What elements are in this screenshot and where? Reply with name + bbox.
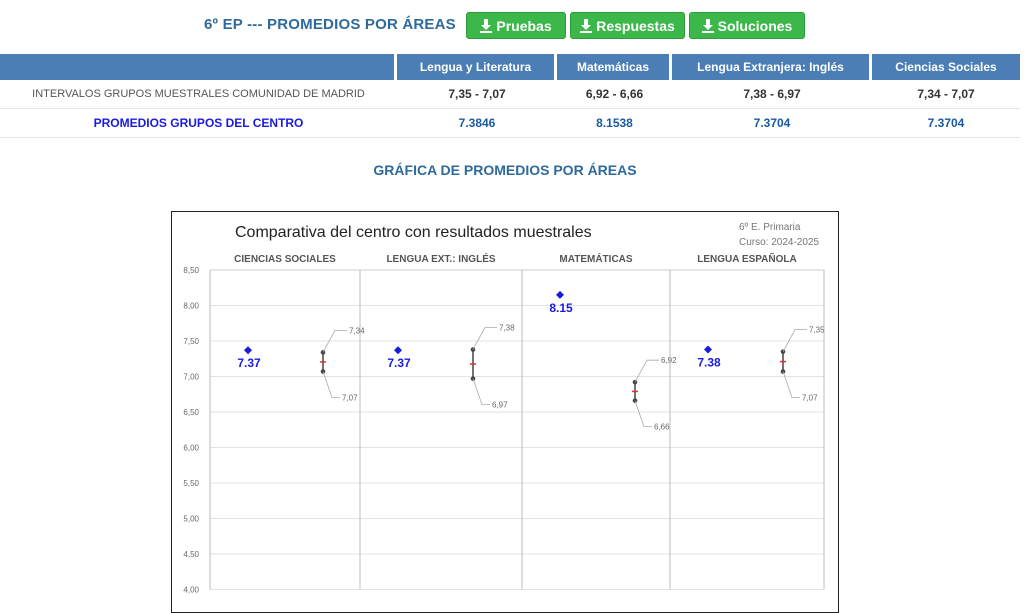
download-icon: [480, 18, 493, 33]
center-point-label: 7.37: [237, 356, 261, 370]
lower-leader-line: [634, 400, 652, 428]
row-label: PROMEDIOS GRUPOS DEL CENTRO: [0, 109, 397, 138]
table-cell: 6,92 - 6,66: [557, 80, 672, 109]
table-cell: 7,38 - 6,97: [672, 80, 872, 109]
y-tick-label: 5,50: [183, 479, 199, 488]
table-row-promedios: PROMEDIOS GRUPOS DEL CENTRO 7.3846 8.153…: [0, 109, 1020, 138]
center-point-label: 8.15: [549, 301, 573, 315]
column-header: Lengua y Literatura: [397, 54, 557, 80]
column-header: Lengua Extranjera: Inglés: [672, 54, 872, 80]
respuestas-button-label: Respuestas: [596, 17, 675, 34]
chart-heading: GRÁFICA DE PROMEDIOS POR ÁREAS: [373, 162, 637, 178]
soluciones-button-label: Soluciones: [717, 17, 793, 34]
interval-upper-label: 6,92: [661, 356, 677, 365]
y-tick-label: 7,50: [183, 337, 199, 346]
interval-lower-label: 6,97: [492, 401, 508, 410]
panel-title: LENGUA ESPAÑOLA: [697, 252, 796, 265]
center-point: [394, 346, 402, 355]
table-cell: 7.3704: [872, 109, 1020, 138]
column-header: Matemáticas: [557, 54, 672, 80]
interval-upper-label: 7,35: [809, 326, 825, 335]
y-tick-label: 6,50: [183, 408, 199, 417]
center-point: [556, 290, 564, 299]
column-header: Ciencias Sociales: [872, 54, 1020, 80]
y-tick-label: 4,50: [183, 550, 199, 559]
interval-lower-label: 7,07: [802, 394, 818, 403]
pruebas-button[interactable]: Pruebas: [466, 12, 566, 39]
table-cell: 7.3846: [397, 109, 557, 138]
interval-lower-label: 7,07: [342, 394, 358, 403]
center-point-label: 7.38: [697, 356, 721, 370]
chart-subtitle: 6º E. Primaria: [739, 222, 801, 233]
page-title: 6º EP --- PROMEDIOS POR ÁREAS: [204, 16, 456, 33]
y-tick-label: 7,00: [183, 373, 199, 382]
chart-subtitle: Curso: 2024-2025: [739, 237, 819, 248]
y-tick-label: 8,00: [183, 302, 199, 311]
interval-upper-label: 7,34: [349, 326, 365, 335]
panel-title: CIENCIAS SOCIALES: [234, 254, 336, 265]
table-cell: 7,34 - 7,07: [872, 80, 1020, 109]
panel-title: LENGUA EXT.: INGLÉS: [386, 252, 495, 265]
table-row-intervalos: INTERVALOS GRUPOS MUESTRALES COMUNIDAD D…: [0, 80, 1020, 109]
respuestas-button[interactable]: Respuestas: [570, 12, 685, 39]
chart-frame: Comparativa del centro con resultados mu…: [171, 211, 839, 613]
row-label: INTERVALOS GRUPOS MUESTRALES COMUNIDAD D…: [0, 80, 397, 109]
lower-leader-line: [322, 371, 340, 398]
table-cell: 7,35 - 7,07: [397, 80, 557, 109]
download-icon: [580, 18, 593, 33]
y-tick-label: 8,50: [183, 266, 199, 275]
upper-leader-line: [634, 359, 659, 383]
table-header-empty: [0, 54, 397, 80]
interval-lower-label: 6,66: [654, 423, 670, 432]
upper-leader-line: [472, 327, 497, 350]
lower-leader-line: [782, 371, 800, 398]
interval-upper-point: [470, 347, 476, 352]
y-tick-label: 6,00: [183, 444, 199, 453]
y-tick-label: 5,00: [183, 515, 199, 524]
panel-title: MATEMÁTICAS: [559, 252, 632, 265]
chart-title: Comparativa del centro con resultados mu…: [235, 224, 592, 241]
lower-leader-line: [472, 378, 490, 406]
center-point: [704, 345, 712, 354]
results-table: Lengua y Literatura Matemáticas Lengua E…: [0, 54, 1020, 138]
soluciones-button[interactable]: Soluciones: [689, 12, 805, 39]
y-tick-label: 4,00: [183, 586, 199, 595]
table-cell: 7.3704: [672, 109, 872, 138]
comparison-chart: Comparativa del centro con resultados mu…: [183, 222, 825, 595]
interval-upper-label: 7,38: [499, 324, 515, 333]
center-point: [244, 346, 252, 355]
table-cell: 8.1538: [557, 109, 672, 138]
table-header-row: Lengua y Literatura Matemáticas Lengua E…: [0, 54, 1020, 80]
download-icon: [701, 18, 714, 33]
center-point-label: 7.37: [387, 356, 411, 370]
pruebas-button-label: Pruebas: [496, 17, 552, 34]
